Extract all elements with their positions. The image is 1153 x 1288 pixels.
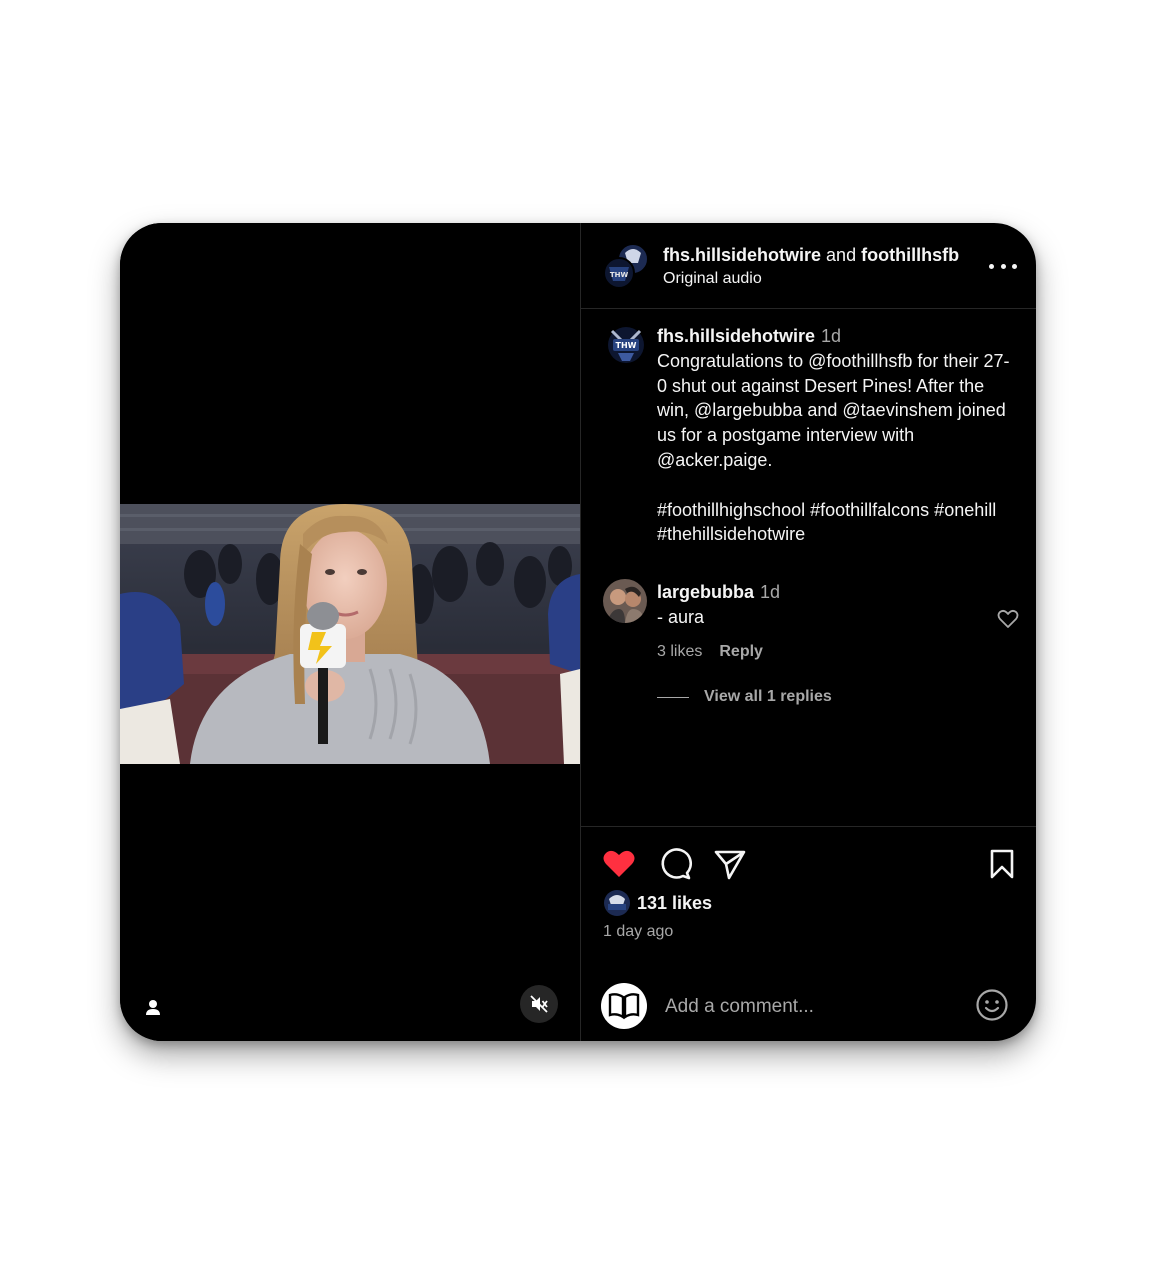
post-date[interactable]: 1 day ago <box>603 923 673 941</box>
commenter-avatar[interactable] <box>603 579 647 623</box>
authors-joiner: and <box>826 245 857 265</box>
likes-count: 131 likes <box>637 892 713 913</box>
post-header: THW fhs.hillsidehotwire and foothillhsfb… <box>581 223 1036 309</box>
collaborator-username-link[interactable]: foothillhsfb <box>861 245 959 265</box>
heart-outline-icon <box>997 609 1019 628</box>
post-side-panel: THW fhs.hillsidehotwire and foothillhsfb… <box>581 223 1036 1041</box>
comment-meta: 3 likes Reply <box>657 643 763 661</box>
audio-link[interactable]: Original audio <box>663 269 762 289</box>
comment-likes[interactable]: 3 likes <box>657 643 702 661</box>
video-player[interactable] <box>120 223 580 1041</box>
view-replies-label: View all 1 replies <box>704 688 832 705</box>
like-button[interactable] <box>601 846 637 882</box>
paper-plane-icon <box>714 850 746 880</box>
post-authors: fhs.hillsidehotwire and foothillhsfb <box>663 244 959 266</box>
author-username-link[interactable]: fhs.hillsidehotwire <box>663 245 821 265</box>
comment-text: - aura <box>657 606 705 627</box>
bookmark-icon <box>990 849 1014 879</box>
replies-line <box>657 696 689 698</box>
emoji-button[interactable] <box>975 988 1009 1022</box>
heart-filled-icon <box>603 850 635 877</box>
current-user-avatar <box>601 983 647 1029</box>
avatar <box>603 579 647 623</box>
post-caption: fhs.hillsidehotwire 1d Congratulations to… <box>657 324 1017 547</box>
caption-time[interactable]: 1d <box>821 326 841 346</box>
comment-username[interactable]: largebubba <box>657 582 754 602</box>
video-frame[interactable] <box>120 504 580 764</box>
caption-text: Congratulations to @foothillhsfb for the… <box>657 350 1010 545</box>
video-thumbnail <box>120 504 580 764</box>
caption-avatar[interactable]: THW <box>606 323 646 367</box>
svg-text:THW: THW <box>610 271 629 279</box>
add-comment-input[interactable] <box>663 991 967 1023</box>
speaker-muted-icon <box>530 995 548 1013</box>
liker-avatar <box>604 890 630 916</box>
tagged-users-button[interactable] <box>142 997 164 1019</box>
comment-time: 1d <box>760 582 781 602</box>
smiley-icon <box>976 989 1008 1021</box>
fhs-hillside-hotwire-logo: THW <box>608 327 644 363</box>
more-options-button[interactable] <box>989 256 1017 276</box>
save-button[interactable] <box>984 846 1020 882</box>
person-icon <box>146 1000 160 1015</box>
comment-button[interactable] <box>657 846 693 882</box>
comment-like-button[interactable] <box>996 607 1020 631</box>
share-button[interactable] <box>712 846 748 882</box>
post-dialog: THW fhs.hillsidehotwire and foothillhsfb… <box>120 223 1036 1041</box>
collab-avatars[interactable]: THW <box>603 243 649 289</box>
open-book-icon <box>608 993 640 1020</box>
mute-button[interactable] <box>520 985 558 1023</box>
more-horizontal-icon <box>989 263 994 269</box>
view-replies-button[interactable]: View all 1 replies <box>657 688 832 706</box>
speech-bubble-icon <box>661 848 692 880</box>
svg-text:THW: THW <box>616 341 637 350</box>
comment: largebubba 1d - aura <box>657 580 977 630</box>
caption-username[interactable]: fhs.hillsidehotwire <box>657 326 815 346</box>
fhs-hillside-hotwire-logo: THW <box>603 243 649 289</box>
comment-reply-button[interactable]: Reply <box>719 643 763 661</box>
likes-summary[interactable]: 131 likes <box>603 889 712 917</box>
